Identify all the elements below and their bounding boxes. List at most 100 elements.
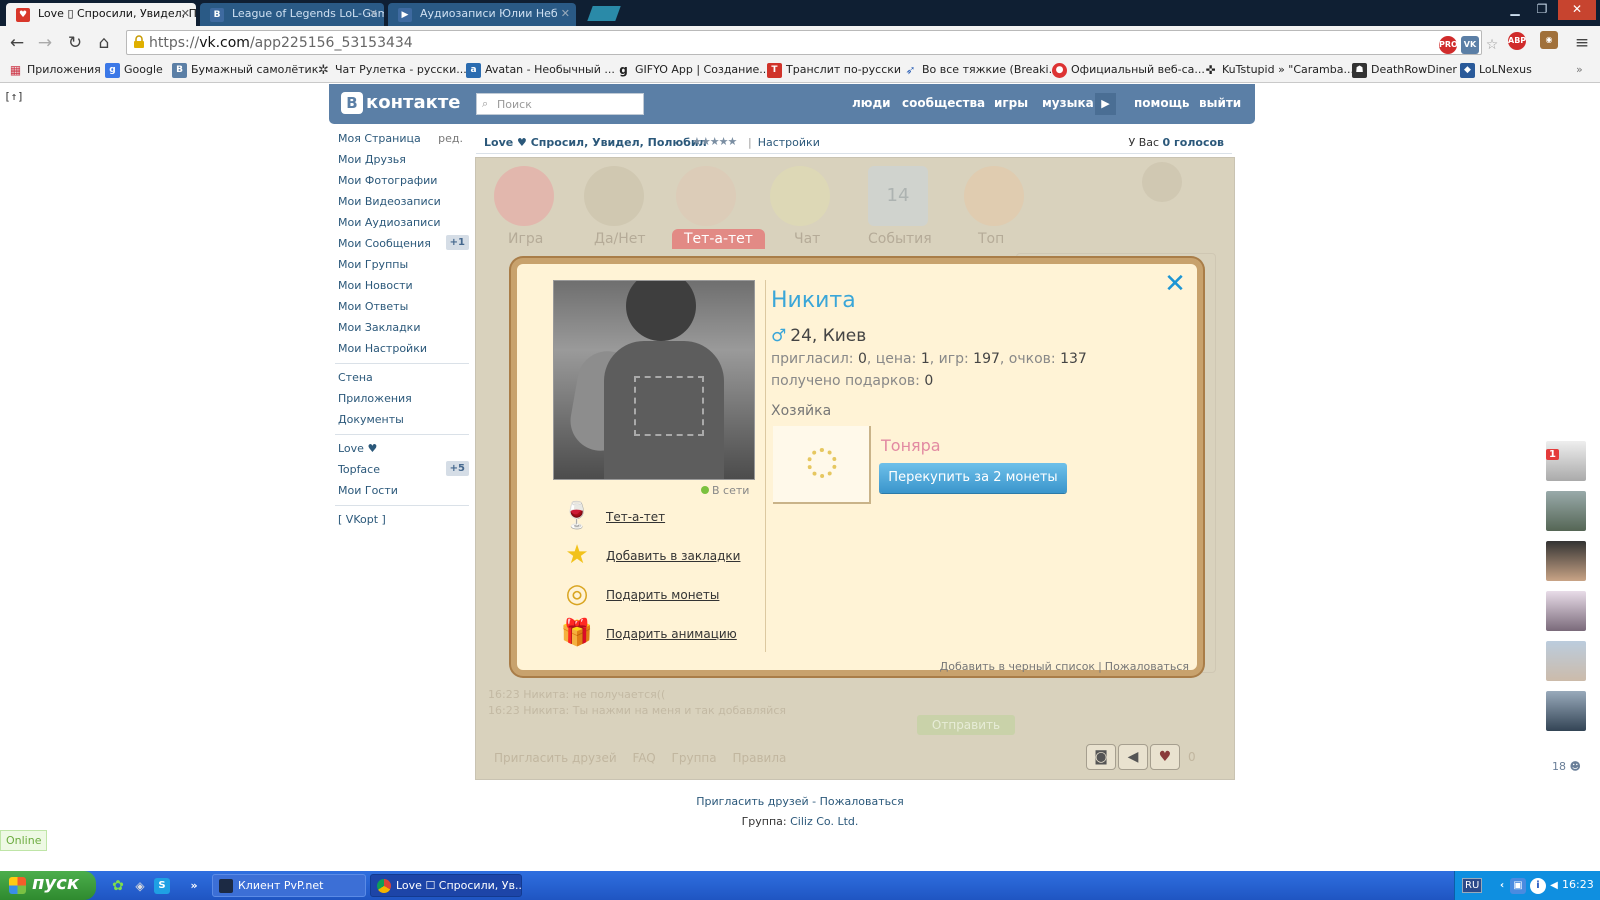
language-indicator[interactable]: RU — [1462, 878, 1483, 893]
minimize-icon[interactable]: ▁ — [1503, 0, 1527, 20]
tab-top[interactable]: Топ — [978, 231, 1004, 247]
close-icon[interactable]: ✕ — [181, 7, 190, 20]
play-icon[interactable]: ▶ — [1095, 93, 1116, 115]
report-link[interactable]: Пожаловаться — [1105, 660, 1189, 673]
developer-link[interactable]: Ciliz Co. Ltd. — [790, 815, 858, 828]
faq-link[interactable]: FAQ — [632, 751, 655, 765]
report-link[interactable]: Пожаловаться — [820, 795, 904, 808]
adblock-icon[interactable]: ABP — [1508, 32, 1526, 50]
pro-extension-icon[interactable]: PRO — [1439, 36, 1458, 54]
tab-game[interactable]: Игра — [508, 231, 543, 247]
menu-my-settings[interactable]: Мои Настройки — [329, 338, 469, 359]
icq-icon[interactable]: ✿ — [110, 878, 126, 894]
nav-logout[interactable]: выйти — [1199, 96, 1241, 110]
nav-games[interactable]: игры — [994, 96, 1028, 110]
bookmark-kutstupid[interactable]: ✜ KuTstupid » "Caramba... — [1203, 63, 1354, 77]
menu-my-friends[interactable]: Мои Друзья — [329, 149, 469, 170]
bookmark-pokemon[interactable]: ● Официальный веб-са... — [1052, 63, 1205, 78]
action-give-coins[interactable]: ◎ Подарить монеты — [559, 576, 759, 612]
sound-icon[interactable]: ◀ — [1118, 744, 1148, 770]
rules-link[interactable]: Правила — [732, 751, 786, 765]
profile-photo[interactable] — [553, 280, 755, 480]
friend-avatar[interactable] — [1546, 591, 1586, 631]
camera-icon[interactable]: ◙ — [1086, 744, 1116, 770]
owner-avatar[interactable] — [773, 426, 871, 504]
close-icon[interactable]: ✕ — [1163, 271, 1187, 297]
bookmark-breaking-bad[interactable]: ➶ Во все тяжкие (Breaki... — [903, 63, 1059, 77]
send-button[interactable]: Отправить — [917, 715, 1015, 735]
friend-avatar[interactable] — [1546, 541, 1586, 581]
instagram-icon[interactable]: ◉ — [1540, 31, 1558, 49]
friends-online-count[interactable]: 18 ☻ — [1552, 760, 1581, 773]
nav-music[interactable]: музыка — [1042, 96, 1094, 110]
action-give-animation[interactable]: 🎁 Подарить анимацию — [559, 615, 759, 651]
vk-logo[interactable]: Bконтакте — [341, 92, 460, 114]
action-tete-a-tete[interactable]: 🍷 Тет-а-тет — [559, 498, 759, 534]
menu-vkopt[interactable]: [ VKopt ] — [329, 509, 469, 530]
invite-friends-link[interactable]: Пригласить друзей — [494, 751, 617, 765]
wine-glasses-icon[interactable] — [676, 166, 736, 226]
volume-icon[interactable]: ◀ — [1546, 878, 1562, 894]
bookmark-paper-plane[interactable]: B Бумажный самолётик — [172, 63, 318, 78]
tab-events[interactable]: События — [868, 231, 932, 247]
menu-my-photos[interactable]: Мои Фотографии — [329, 170, 469, 191]
taskbar-item-chrome[interactable]: Love ☐ Спросили, Ув... — [370, 874, 522, 897]
vkopt-scroll-up-link[interactable]: [↑] — [4, 90, 24, 103]
action-add-bookmark[interactable]: ★ Добавить в закладки — [559, 537, 759, 573]
skype-icon[interactable]: S — [154, 878, 170, 894]
bookmark-gifyo[interactable]: g GIFYO App | Создание... — [616, 63, 770, 77]
back-arrow-icon[interactable]: ← — [6, 32, 28, 54]
invite-friends-link[interactable]: Пригласить друзей — [696, 795, 808, 808]
bookmark-translit[interactable]: T Транслит по-русски — [767, 63, 901, 78]
friend-avatar[interactable] — [1546, 641, 1586, 681]
bookmark-chat-roulette[interactable]: ✲ Чат Рулетка - русски... — [316, 63, 467, 78]
friend-avatar[interactable] — [1546, 441, 1586, 481]
menu-my-bookmarks[interactable]: Мои Закладки — [329, 317, 469, 338]
bookmark-deathrowdiner[interactable]: ☗ DeathRowDiner — [1352, 63, 1457, 78]
menu-my-guests[interactable]: Мои Гости — [329, 480, 469, 501]
reload-icon[interactable]: ↻ — [64, 32, 86, 54]
bookmark-star-icon[interactable]: ☆ — [1483, 36, 1501, 54]
bookmark-apps[interactable]: ▦ Приложения — [8, 63, 101, 77]
vk-extension-icon[interactable]: VK — [1461, 36, 1479, 54]
chat-bubble-icon[interactable] — [770, 166, 830, 226]
app-title[interactable]: Love ♥ Спросил, Увидел, Полюбил — [484, 136, 707, 149]
menu-my-answers[interactable]: Мои Ответы — [329, 296, 469, 317]
menu-my-messages[interactable]: Мои Сообщения +1 — [329, 233, 469, 254]
close-window-icon[interactable]: ✕ — [1558, 0, 1596, 20]
close-icon[interactable]: ✕ — [369, 7, 378, 20]
browser-tab-love[interactable]: ♥ Love ▯ Спросили, Увидел, По ✕ — [6, 3, 196, 26]
edit-link[interactable]: ред. — [438, 132, 463, 145]
browser-tab-league[interactable]: B League of Legends LoL-Gam ✕ — [200, 3, 384, 26]
app-settings-link[interactable]: | Настройки — [748, 136, 820, 149]
menu-icon[interactable]: ≡ — [1571, 32, 1593, 54]
blacklist-link[interactable]: Добавить в черный список — [940, 660, 1095, 673]
nav-help[interactable]: помощь — [1134, 96, 1189, 110]
nav-communities[interactable]: сообщества — [902, 96, 985, 110]
tab-tete-a-tete[interactable]: Тет-а-тет — [672, 229, 765, 249]
thumbs-icon[interactable] — [584, 166, 644, 226]
tab-yes-no[interactable]: Да/Нет — [594, 231, 646, 247]
bookmark-lolnexus[interactable]: ◆ LoLNexus — [1460, 63, 1532, 78]
heart-icon[interactable]: ♥ — [1150, 744, 1180, 770]
network-icon[interactable]: ▣ — [1510, 878, 1526, 894]
start-button[interactable]: пуск — [0, 871, 96, 900]
menu-my-news[interactable]: Мои Новости — [329, 275, 469, 296]
app-icon[interactable]: ◈ — [132, 878, 148, 894]
menu-wall[interactable]: Стена — [329, 367, 469, 388]
forward-arrow-icon[interactable]: → — [34, 32, 56, 54]
menu-my-audio[interactable]: Мои Аудиозаписи — [329, 212, 469, 233]
menu-apps[interactable]: Приложения — [329, 388, 469, 409]
calendar-icon[interactable]: 14 — [868, 166, 928, 226]
taskbar-item-pvp[interactable]: Клиент PvP.net — [212, 874, 366, 897]
friend-avatar[interactable] — [1546, 491, 1586, 531]
tab-chat[interactable]: Чат — [794, 231, 820, 247]
buy-out-button[interactable]: Перекупить за 2 монеты — [879, 463, 1067, 493]
menu-topface[interactable]: Topface +5 — [329, 459, 469, 480]
search-input[interactable]: ⌕ Поиск — [476, 93, 644, 115]
friend-avatar[interactable] — [1546, 691, 1586, 731]
bookmark-avatan[interactable]: a Avatan - Необычный ... — [466, 63, 615, 78]
group-link[interactable]: Группа — [672, 751, 717, 765]
info-icon[interactable]: i — [1530, 878, 1546, 894]
browser-tab-audio[interactable]: ▶ Аудиозаписи Юлии Неб ✕ — [388, 3, 576, 26]
